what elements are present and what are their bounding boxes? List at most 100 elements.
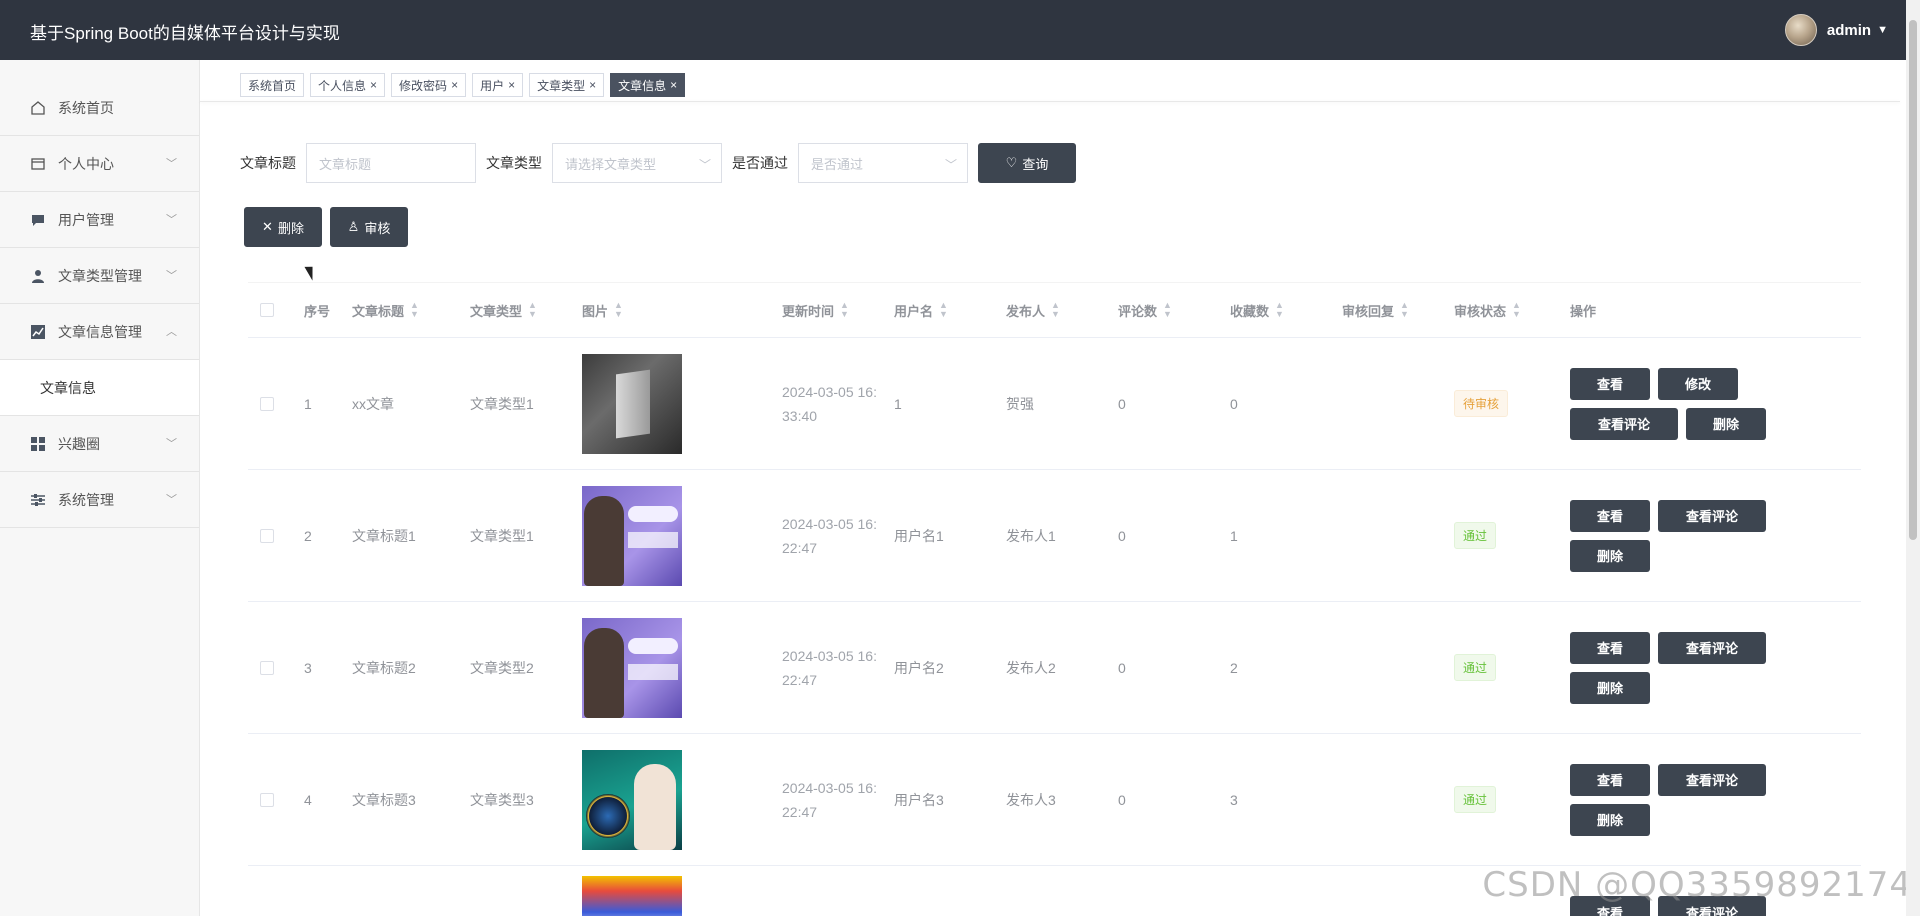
header-time[interactable]: 更新时间 ▲ ▼ (782, 301, 894, 320)
title-input[interactable]: 文章标题 (306, 143, 476, 183)
header-reply[interactable]: 审核回复 ▲ ▼ (1342, 301, 1454, 320)
header-type[interactable]: 文章类型 ▲ ▼ (470, 301, 582, 320)
sliders-icon (30, 492, 46, 508)
sort-icon[interactable]: ▲ ▼ (528, 301, 537, 319)
sidebar-item-label: 系统首页 (58, 99, 114, 116)
delete-button[interactable]: 删除 (1570, 803, 1650, 836)
cell-publisher: 贺强 (1006, 395, 1034, 412)
tag-home[interactable]: 系统首页 (240, 73, 305, 97)
view-comments-button[interactable]: 查看评论 (1570, 407, 1678, 440)
chart-icon (30, 324, 46, 340)
header-image[interactable]: 图片 ▲ ▼ (582, 301, 782, 320)
sidebar-item-interest-circle[interactable]: 兴趣圈 ﹀ (0, 416, 199, 472)
header-status[interactable]: 审核状态 ▲ ▼ (1454, 301, 1566, 320)
row-checkbox[interactable] (260, 528, 274, 543)
person-icon (30, 268, 46, 284)
view-comments-button[interactable]: 查看评论 (1658, 631, 1766, 664)
chevron-up-icon: ︿ (166, 326, 177, 338)
header-label: 用户名 (894, 303, 934, 319)
header-favorites[interactable]: 收藏数 ▲ ▼ (1230, 301, 1342, 320)
sidebar-item-article-info[interactable]: 文章信息管理 ︿ (0, 304, 199, 360)
query-button[interactable]: ♡ 查询 (978, 143, 1076, 183)
chevron-down-icon: ﹀ (166, 158, 177, 170)
article-thumbnail[interactable] (582, 617, 682, 718)
sidebar-item-article-types[interactable]: 文章类型管理 ﹀ (0, 248, 199, 304)
close-icon[interactable]: × (451, 78, 458, 92)
sort-icon[interactable]: ▲ ▼ (1400, 301, 1409, 319)
chevron-down-icon: ﹀ (166, 494, 177, 506)
view-comments-button[interactable]: 查看评论 (1658, 499, 1766, 532)
article-thumbnail[interactable] (582, 876, 682, 916)
username[interactable]: admin (1827, 22, 1871, 39)
sidebar: 系统首页 个人中心 ﹀ 用户管理 ﹀ 文章类型管理 ﹀ 文章信息管理 ︿ 文章信… (0, 60, 200, 916)
sort-icon[interactable]: ▲ ▼ (840, 301, 849, 319)
view-button[interactable]: 查看 (1570, 367, 1650, 400)
view-comments-button[interactable]: 查看评论 (1658, 763, 1766, 796)
sort-icon[interactable]: ▲ ▼ (1275, 301, 1284, 319)
tag-user[interactable]: 用户 × (472, 73, 524, 97)
tags-view: 系统首页 个人信息 × 修改密码 × 用户 × 文章类型 × 文章信息 × (240, 73, 686, 97)
tag-label: 修改密码 (399, 78, 448, 93)
sort-icon[interactable]: ▲ ▼ (410, 301, 419, 319)
sidebar-item-users[interactable]: 用户管理 ﹀ (0, 192, 199, 248)
row-checkbox[interactable] (260, 792, 274, 807)
header-label: 文章标题 (352, 303, 405, 319)
sidebar-item-label: 系统管理 (58, 491, 114, 508)
select-all-checkbox[interactable] (260, 303, 274, 317)
sidebar-item-label: 兴趣圈 (58, 435, 100, 452)
row-checkbox[interactable] (260, 660, 274, 675)
header-ops: 操作 (1570, 303, 1597, 319)
sidebar-subitem-article-info[interactable]: 文章信息 (0, 360, 199, 416)
pass-select[interactable]: 是否通过 ﹀ (798, 143, 968, 183)
batch-audit-button[interactable]: ♙ 审核 (330, 207, 408, 247)
batch-delete-button[interactable]: ✕ 删除 (244, 207, 322, 247)
row-checkbox[interactable] (260, 396, 274, 411)
close-icon[interactable]: × (508, 78, 515, 92)
tag-article-info[interactable]: 文章信息 × (610, 73, 686, 97)
sort-icon[interactable]: ▲ ▼ (939, 301, 948, 319)
tag-password[interactable]: 修改密码 × (391, 73, 467, 97)
header-label: 收藏数 (1230, 303, 1270, 319)
header-comments[interactable]: 评论数 ▲ ▼ (1118, 301, 1230, 320)
search-form: 文章标题 文章标题 文章类型 请选择文章类型 ﹀ 是否通过 是否通过 ﹀ ♡ 查询 (240, 143, 1076, 183)
cell-comments: 0 (1118, 395, 1126, 412)
view-button[interactable]: 查看 (1570, 499, 1650, 532)
tag-label: 文章信息 (618, 78, 667, 93)
close-icon[interactable]: × (670, 78, 677, 92)
article-thumbnail[interactable] (582, 749, 682, 850)
sidebar-item-label: 用户管理 (58, 211, 114, 228)
article-thumbnail[interactable] (582, 485, 682, 586)
close-icon[interactable]: × (370, 78, 377, 92)
chevron-down-icon: ﹀ (166, 270, 177, 282)
header-user[interactable]: 用户名 ▲ ▼ (894, 301, 1006, 320)
cell-title: 文章标题2 (352, 659, 416, 676)
tag-profile[interactable]: 个人信息 × (310, 73, 386, 97)
sort-icon[interactable]: ▲ ▼ (614, 301, 623, 319)
scrollbar[interactable] (1906, 0, 1920, 916)
view-button[interactable]: 查看 (1570, 763, 1650, 796)
delete-button[interactable]: 删除 (1570, 539, 1650, 572)
delete-button[interactable]: 删除 (1570, 671, 1650, 704)
sidebar-item-home[interactable]: 系统首页 (0, 80, 199, 136)
sort-icon[interactable]: ▲ ▼ (1163, 301, 1172, 319)
delete-button[interactable]: 删除 (1686, 407, 1766, 440)
header-publisher[interactable]: 发布人 ▲ ▼ (1006, 301, 1118, 320)
tag-article-type[interactable]: 文章类型 × (529, 73, 605, 97)
sidebar-item-profile[interactable]: 个人中心 ﹀ (0, 136, 199, 192)
grid-icon (30, 436, 46, 452)
article-thumbnail[interactable] (582, 353, 682, 454)
header-title[interactable]: 文章标题 ▲ ▼ (352, 301, 470, 320)
user-menu[interactable]: admin ▼ (1784, 12, 1888, 48)
view-button[interactable]: 查看 (1570, 631, 1650, 664)
tag-label: 文章类型 (537, 78, 586, 93)
sidebar-item-system[interactable]: 系统管理 ﹀ (0, 472, 199, 528)
close-icon[interactable]: × (589, 78, 596, 92)
scrollbar-thumb[interactable] (1909, 20, 1917, 540)
type-select[interactable]: 请选择文章类型 ﹀ (552, 143, 722, 183)
edit-button[interactable]: 修改 (1658, 367, 1738, 400)
sort-icon[interactable]: ▲ ▼ (1512, 301, 1521, 319)
caret-down-icon[interactable]: ▼ (1877, 24, 1888, 36)
sort-icon[interactable]: ▲ ▼ (1051, 301, 1060, 319)
cell-favorites: 1 (1230, 527, 1238, 544)
avatar[interactable] (1784, 14, 1817, 46)
